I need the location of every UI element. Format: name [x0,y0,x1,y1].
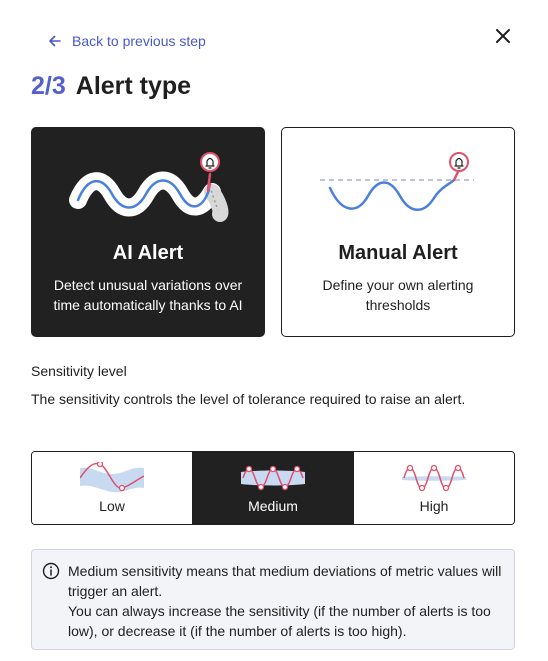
close-icon [495,28,511,49]
close-button[interactable] [491,26,515,50]
high-sensitivity-icon [402,464,466,492]
back-to-previous-step-link[interactable]: Back to previous step [48,33,206,49]
sensitivity-option-low[interactable]: Low [32,452,192,524]
arrow-left-icon [48,34,62,48]
low-sensitivity-icon [80,462,144,493]
info-text-line-1: Medium sensitivity means that medium dev… [68,563,502,599]
manual-alert-title: Manual Alert [338,242,458,264]
sensitivity-option-medium[interactable]: Medium [192,452,353,524]
ai-alert-title: AI Alert [112,242,184,264]
sensitivity-info-box: Medium sensitivity means that medium dev… [31,549,515,650]
ai-alert-card[interactable]: AI Alert Detect unusual variations over … [31,127,265,337]
sensitivity-low-label: Low [99,498,125,514]
sensitivity-label: Sensitivity level [31,363,127,379]
page-title: 2/3 Alert type [31,72,191,101]
manual-alert-description: Define your own alerting thresholds [322,277,474,313]
ai-alert-illustration [69,152,229,222]
sensitivity-medium-label: Medium [248,498,298,514]
sensitivity-high-label: High [419,498,449,514]
sensitivity-selector: Low Medium High [31,451,515,525]
info-icon [42,562,60,585]
manual-alert-card[interactable]: Manual Alert Define your own alerting th… [281,127,515,337]
ai-alert-description: Detect unusual variations over time auto… [53,277,243,313]
step-counter: 2/3 [31,72,66,100]
title-text: Alert type [75,72,192,100]
medium-sensitivity-icon [241,465,305,491]
manual-alert-illustration [320,152,474,211]
info-text-line-2: You can always increase the sensitivity … [68,603,491,639]
back-link-label: Back to previous step [72,33,206,49]
sensitivity-option-high[interactable]: High [353,452,514,524]
info-text: Medium sensitivity means that medium dev… [68,561,502,641]
sensitivity-description: The sensitivity controls the level of to… [31,391,466,407]
